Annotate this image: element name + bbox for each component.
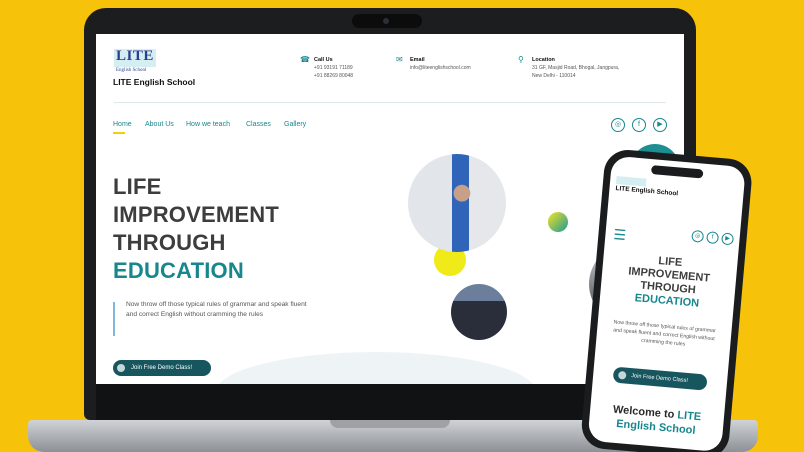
mobile-join-demo-label: Join Free Demo Class!: [630, 373, 689, 385]
facebook-icon[interactable]: f: [632, 118, 646, 132]
contact-location-line2: New Delhi - 110014: [532, 73, 576, 79]
hero-desc-bar: [113, 302, 115, 336]
mobile-school-name: LITE English School: [615, 184, 679, 198]
email-icon: ✉: [396, 55, 403, 64]
contact-email-line1[interactable]: info@liteenglishschool.com: [410, 64, 471, 72]
nav-home[interactable]: Home: [113, 121, 132, 134]
mobile-website-screen: LITE English School ☰ ◎ f ▶ LIFE IMPROVE…: [587, 155, 746, 452]
nav-about-us[interactable]: About Us: [145, 121, 174, 128]
mobile-button-dot-icon: [617, 370, 627, 380]
join-demo-label: Join Free Demo Class!: [131, 365, 193, 371]
phone-icon: ☎: [300, 55, 310, 64]
mobile-facebook-icon[interactable]: f: [706, 231, 720, 245]
join-demo-button[interactable]: Join Free Demo Class!: [113, 360, 211, 376]
contact-location: Location 31 GF, Masjid Road, Bhogal, Jan…: [532, 56, 619, 80]
hero-description: Now throw off those typical rules of gra…: [126, 301, 307, 318]
nav-classes[interactable]: Classes: [246, 121, 271, 128]
location-icon: ⚲: [518, 55, 524, 64]
contact-call-line1[interactable]: +91 93191 71189: [314, 64, 353, 72]
contact-location-line1: 31 GF, Masjid Road, Bhogal, Jangpura,: [532, 65, 620, 71]
hero-line-1: LIFE: [113, 174, 162, 199]
hero-line-2: IMPROVEMENT: [113, 202, 279, 227]
decorative-gradient-dot: [548, 212, 568, 232]
logo-subtitle: English School: [116, 68, 147, 73]
phone-notch: [650, 165, 704, 179]
hamburger-menu-icon[interactable]: ☰: [613, 226, 627, 243]
contact-call-line2[interactable]: +91 88269 80048: [314, 72, 353, 80]
mobile-welcome-heading: Welcome to LITE English School: [588, 401, 724, 441]
decorative-wave: [216, 352, 536, 384]
welcome-lite: LITE: [676, 409, 702, 424]
students-photo: [451, 284, 507, 340]
teacher-photo: [408, 154, 506, 252]
laptop-camera: [352, 14, 422, 28]
contact-email-title: Email: [410, 57, 425, 63]
logo[interactable]: LITE: [116, 48, 154, 65]
promo-stage: LITE English School LITE English School …: [0, 0, 804, 452]
mobile-join-demo-button[interactable]: Join Free Demo Class!: [612, 366, 708, 391]
header-divider: [114, 102, 666, 103]
contact-location-title: Location: [532, 57, 555, 63]
instagram-icon[interactable]: ◎: [611, 118, 625, 132]
nav-how-we-teach[interactable]: How we teach: [186, 121, 230, 128]
mobile-youtube-icon[interactable]: ▶: [721, 232, 735, 246]
laptop-notch: [330, 420, 450, 428]
hero-line-3: THROUGH: [113, 230, 226, 255]
button-dot-icon: [117, 364, 125, 372]
phone-frame: LITE English School ☰ ◎ f ▶ LIFE IMPROVE…: [579, 148, 754, 452]
mobile-hero-description: Now throw off those typical rules of gra…: [612, 319, 716, 348]
mobile-instagram-icon[interactable]: ◎: [691, 229, 705, 243]
hero-line-4: EDUCATION: [113, 258, 244, 283]
school-name: LITE English School: [113, 77, 196, 87]
contact-call-title: Call Us: [314, 57, 333, 63]
contact-email: Email info@liteenglishschool.com: [410, 56, 471, 72]
nav-gallery[interactable]: Gallery: [284, 121, 306, 128]
contact-call: Call Us +91 93191 71189 +91 88269 80048: [314, 56, 353, 80]
youtube-icon[interactable]: ▶: [653, 118, 667, 132]
